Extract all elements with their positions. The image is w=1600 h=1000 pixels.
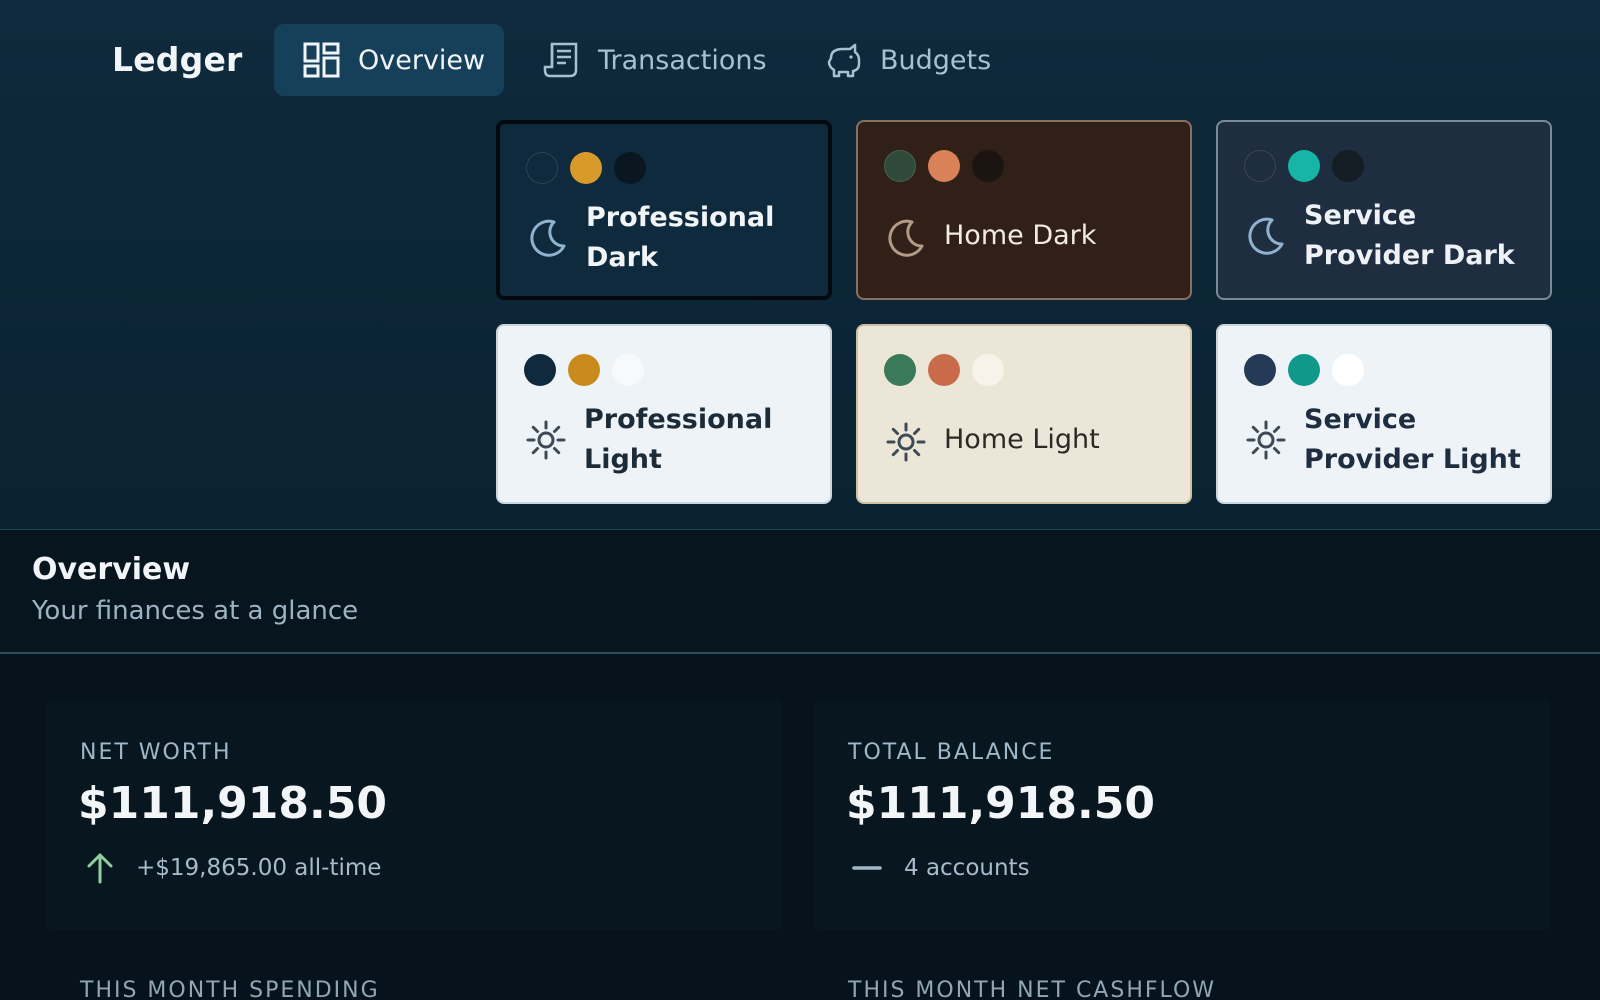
tab-transactions[interactable]: Transactions bbox=[530, 24, 790, 96]
color-swatches bbox=[884, 354, 1004, 386]
swatch-dot bbox=[568, 354, 600, 386]
theme-card-professional-light[interactable]: Professional Light bbox=[496, 324, 832, 504]
theme-card-service-provider-dark[interactable]: Service Provider Dark bbox=[1216, 120, 1552, 300]
swatch-dot bbox=[1332, 354, 1364, 386]
tab-budgets[interactable]: Budgets bbox=[810, 24, 1010, 96]
theme-picker-panel: Ledger Overview Transactions Budgets Pro… bbox=[0, 0, 1600, 530]
color-swatches bbox=[1244, 150, 1364, 182]
piggy-bank-icon bbox=[827, 43, 861, 78]
tab-label: Budgets bbox=[880, 44, 992, 76]
swatch-dot bbox=[972, 354, 1004, 386]
swatch-dot bbox=[1332, 150, 1364, 182]
sun-icon bbox=[1244, 418, 1288, 462]
spending-label: THIS MONTH SPENDING bbox=[80, 978, 380, 1000]
tab-label: Overview bbox=[358, 44, 486, 76]
top-nav: Ledger Overview Transactions Budgets bbox=[0, 24, 1600, 96]
swatch-dot bbox=[1288, 150, 1320, 182]
stat-footer-text: +$19,865.00 all-time bbox=[136, 855, 382, 881]
page-header: Overview Your finances at a glance bbox=[0, 530, 1600, 654]
sun-icon bbox=[884, 420, 928, 464]
page-subtitle: Your finances at a glance bbox=[32, 596, 359, 626]
app-logo: Ledger bbox=[112, 40, 243, 79]
dashboard-icon bbox=[303, 42, 340, 78]
theme-name: Home Dark bbox=[944, 220, 1097, 251]
dash-icon bbox=[852, 866, 882, 870]
stat-value: $111,918.50 bbox=[78, 778, 387, 829]
swatch-dot bbox=[1244, 354, 1276, 386]
swatch-dot bbox=[1244, 150, 1276, 182]
theme-name: Service Provider Dark bbox=[1304, 200, 1515, 271]
theme-card-service-provider-light[interactable]: Service Provider Light bbox=[1216, 324, 1552, 504]
swatch-dot bbox=[972, 150, 1004, 182]
cashflow-label: THIS MONTH NET CASHFLOW bbox=[848, 978, 1217, 1000]
swatch-dot bbox=[612, 354, 644, 386]
swatch-dot bbox=[524, 354, 556, 386]
arrow-up-icon bbox=[87, 853, 113, 884]
stat-footer-text: 4 accounts bbox=[904, 855, 1030, 881]
stat-footer: +$19,865.00 all-time bbox=[82, 850, 381, 886]
swatch-dot bbox=[1288, 354, 1320, 386]
receipt-icon bbox=[543, 42, 578, 78]
swatch-dot bbox=[884, 354, 916, 386]
theme-name: Home Light bbox=[944, 424, 1100, 455]
theme-name: Professional Light bbox=[584, 404, 773, 475]
moon-icon bbox=[884, 216, 928, 260]
tab-overview[interactable]: Overview bbox=[274, 24, 504, 96]
swatch-dot bbox=[884, 150, 916, 182]
swatch-dot bbox=[526, 152, 558, 184]
net-worth-card: NET WORTH $111,918.50 +$19,865.00 all-ti… bbox=[46, 700, 782, 930]
tab-label: Transactions bbox=[598, 44, 767, 76]
stat-footer: 4 accounts bbox=[850, 850, 1030, 886]
color-swatches bbox=[1244, 354, 1364, 386]
theme-card-home-light[interactable]: Home Light bbox=[856, 324, 1192, 504]
sun-icon bbox=[524, 418, 568, 462]
color-swatches bbox=[884, 150, 1004, 182]
color-swatches bbox=[526, 152, 646, 184]
theme-card-home-dark[interactable]: Home Dark bbox=[856, 120, 1192, 300]
theme-card-professional-dark[interactable]: Professional Dark bbox=[496, 120, 832, 300]
swatch-dot bbox=[614, 152, 646, 184]
color-swatches bbox=[524, 354, 644, 386]
stat-value: $111,918.50 bbox=[846, 778, 1155, 829]
total-balance-card: TOTAL BALANCE $111,918.50 4 accounts bbox=[814, 700, 1550, 930]
swatch-dot bbox=[570, 152, 602, 184]
theme-name: Professional Dark bbox=[586, 202, 775, 273]
theme-name: Service Provider Light bbox=[1304, 404, 1521, 475]
stat-label: NET WORTH bbox=[80, 740, 232, 765]
stat-label: TOTAL BALANCE bbox=[848, 740, 1055, 765]
moon-icon bbox=[526, 216, 570, 260]
moon-icon bbox=[1244, 214, 1288, 258]
page-title: Overview bbox=[32, 552, 191, 587]
swatch-dot bbox=[928, 354, 960, 386]
swatch-dot bbox=[928, 150, 960, 182]
